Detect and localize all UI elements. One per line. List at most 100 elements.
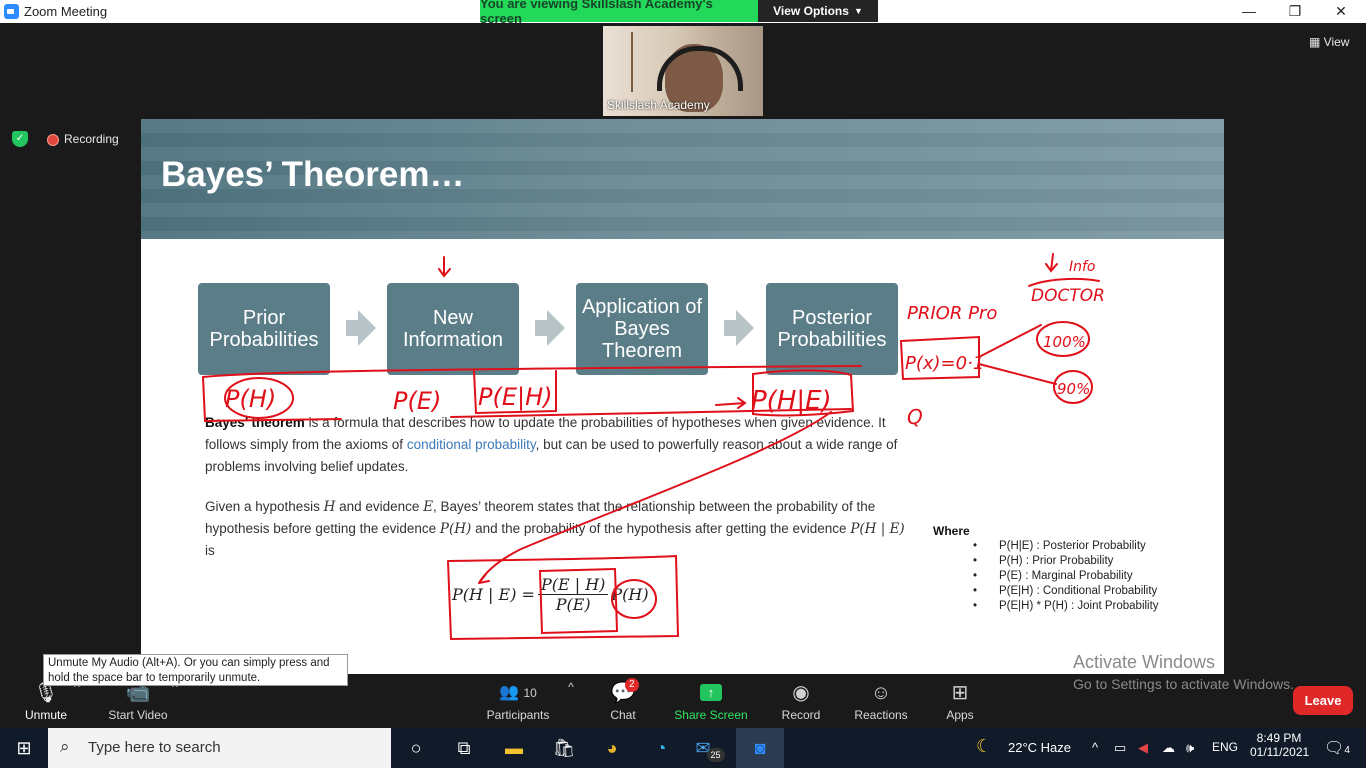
math-ph: P(H) xyxy=(439,521,472,537)
participant-video[interactable]: Skillslash Academy xyxy=(603,26,763,116)
participants-label: Participants xyxy=(486,708,550,722)
task-view-icon[interactable]: ⧉ xyxy=(440,728,488,768)
clock-date: 01/11/2021 xyxy=(1250,745,1310,759)
mail-badge: 25 xyxy=(706,748,725,762)
formula-tail: P(H) xyxy=(611,585,649,604)
video-options-chevron-icon[interactable]: ^ xyxy=(168,680,182,734)
paragraph-statement: Given a hypothesis H and evidence E, Bay… xyxy=(205,496,905,562)
cortana-icon[interactable]: ○ xyxy=(392,728,440,768)
reactions-button[interactable]: ☺ Reactions xyxy=(850,674,912,728)
apps-icon: ⊞ xyxy=(951,682,969,704)
record-icon: ◉ xyxy=(792,682,810,704)
action-center-icon[interactable]: 🗨4 xyxy=(1324,738,1350,758)
participants-icon: 👥 10 xyxy=(499,684,537,701)
where-item: P(H|E) : Posterior Probability xyxy=(973,539,1159,554)
reactions-label: Reactions xyxy=(854,708,908,722)
taskbar-clock[interactable]: 8:49 PM 01/11/2021 xyxy=(1250,731,1310,759)
participants-count: 10 xyxy=(523,686,537,700)
zoom-taskbar-icon[interactable]: ◙ xyxy=(736,728,784,768)
chat-badge: 2 xyxy=(625,678,639,692)
math-phe: P(H | E) xyxy=(850,521,905,537)
formula-numerator: P(E | H) xyxy=(537,575,609,595)
where-list: P(H|E) : Posterior Probability P(H) : Pr… xyxy=(973,539,1159,614)
share-screen-button[interactable]: ↑ Share Screen xyxy=(672,674,750,728)
view-label: View xyxy=(1323,35,1350,49)
store-icon[interactable]: 🛍 xyxy=(540,728,588,768)
apps-button[interactable]: ⊞ Apps xyxy=(938,674,982,728)
taskbar-search[interactable]: ⌕ Type here to search xyxy=(48,728,391,768)
shared-slide: Bayes’ Theorem… Prior Probabilities New … xyxy=(141,119,1224,674)
statement-text: Given a hypothesis xyxy=(205,499,324,514)
recording-label[interactable]: Recording xyxy=(64,132,119,146)
share-screen-icon: ↑ xyxy=(700,684,722,701)
statement-text: is xyxy=(205,543,215,558)
window-title: Zoom Meeting xyxy=(24,4,108,19)
math-h: H xyxy=(323,499,336,515)
paragraph-definition: Bayes’ theorem is a formula that describ… xyxy=(205,412,905,478)
formula-denominator: P(E) xyxy=(555,595,591,614)
grid-icon: ▦ xyxy=(1309,35,1324,49)
activate-windows-subtitle: Go to Settings to activate Windows. xyxy=(1073,676,1294,692)
restore-button[interactable]: ❐ xyxy=(1272,2,1318,20)
share-screen-label: Share Screen xyxy=(674,708,748,722)
conditional-probability-link[interactable]: conditional probability xyxy=(407,437,536,452)
flow-box-new-info: New Information xyxy=(387,283,519,375)
activate-windows-title: Activate Windows xyxy=(1073,652,1216,672)
start-video-label: Start Video xyxy=(108,708,168,722)
minimize-button[interactable]: — xyxy=(1226,2,1272,20)
windows-start-icon[interactable]: ⊞ xyxy=(0,728,48,768)
volume-icon[interactable]: 🕪 xyxy=(1186,740,1194,756)
close-button[interactable]: ✕ xyxy=(1318,2,1364,20)
battery-icon[interactable]: ▭ xyxy=(1114,740,1126,756)
search-icon: ⌕ xyxy=(60,737,70,756)
term-bayes-theorem: Bayes’ theorem xyxy=(205,415,305,430)
flow-arrow-shaft xyxy=(724,320,736,336)
formula-lhs: P(H | E) = xyxy=(452,585,535,604)
onedrive-icon[interactable]: ☁ xyxy=(1162,740,1175,756)
where-item: P(E|H) : Conditional Probability xyxy=(973,584,1159,599)
file-explorer-icon[interactable]: ▬ xyxy=(490,728,538,768)
participants-chevron-icon[interactable]: ^ xyxy=(564,680,578,734)
where-item: P(E) : Marginal Probability xyxy=(973,569,1159,584)
where-item: P(H) : Prior Probability xyxy=(973,554,1159,569)
unmute-tooltip: Unmute My Audio (Alt+A). Or you can simp… xyxy=(43,654,348,686)
leave-button[interactable]: Leave xyxy=(1293,686,1353,715)
flow-arrow-icon xyxy=(358,310,376,346)
flow-box-application: Application of Bayes Theorem xyxy=(576,283,708,375)
record-button[interactable]: ◉ Record xyxy=(774,674,828,728)
language-indicator[interactable]: ENG xyxy=(1212,740,1238,754)
flow-arrow-icon xyxy=(547,310,565,346)
zoom-app-icon xyxy=(4,4,19,19)
participants-button[interactable]: 👥 10 Participants xyxy=(478,674,558,728)
notification-count: 4 xyxy=(1344,745,1350,756)
flow-box-posterior: Posterior Probabilities xyxy=(766,283,898,375)
where-item: P(E|H) * P(H) : Joint Probability xyxy=(973,599,1159,614)
viewing-banner: You are viewing Skillslash Academy's scr… xyxy=(480,0,758,26)
view-options-button[interactable]: View Options ▼ xyxy=(758,0,878,22)
search-placeholder: Type here to search xyxy=(88,739,221,756)
weather-text[interactable]: 22°C Haze xyxy=(1008,740,1071,755)
participant-name: Skillslash Academy xyxy=(607,98,710,112)
statement-text: and the probability of the hypothesis af… xyxy=(471,521,851,536)
video-wall-decor xyxy=(631,32,647,92)
chrome-icon[interactable]: ◕ xyxy=(588,728,636,768)
apps-label: Apps xyxy=(946,708,974,722)
view-button[interactable]: ▦ View xyxy=(1309,35,1349,49)
slide-title: Bayes’ Theorem… xyxy=(161,155,465,194)
chat-label: Chat xyxy=(610,708,636,722)
math-e: E xyxy=(423,499,434,515)
reactions-icon: ☺ xyxy=(870,682,892,704)
audio-options-chevron-icon[interactable]: ^ xyxy=(70,680,84,734)
edge-icon[interactable]: ◔ xyxy=(637,728,685,768)
mail-icon[interactable]: ✉ 25 xyxy=(686,728,734,768)
recording-dot-icon xyxy=(47,134,59,146)
record-label: Record xyxy=(781,708,821,722)
chat-button[interactable]: 💬 2 Chat xyxy=(598,674,648,728)
flow-arrow-shaft xyxy=(535,320,547,336)
where-label: Where xyxy=(933,524,970,538)
speaker-muted-icon[interactable]: ◀ xyxy=(1138,740,1148,756)
flow-box-prior: Prior Probabilities xyxy=(198,283,330,375)
security-shield-icon[interactable]: ✓ xyxy=(12,131,28,147)
weather-icon: ☾ xyxy=(976,736,993,756)
tray-chevron-icon[interactable]: ^ xyxy=(1092,740,1098,755)
